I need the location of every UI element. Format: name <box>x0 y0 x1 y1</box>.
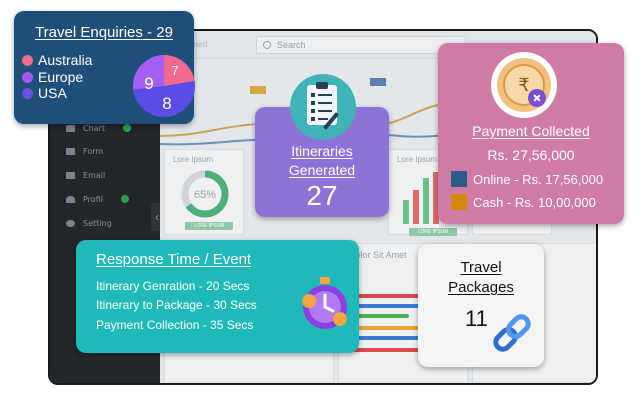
card-title: Lore Ipsum <box>173 155 214 164</box>
search-placeholder: Search <box>277 40 306 50</box>
legend-item-australia: Australia <box>22 52 92 68</box>
pie-label-europe: 9 <box>144 74 153 93</box>
response-line: Itinerary to Package - 30 Secs <box>96 298 257 312</box>
packages-title: Travel Packages <box>418 258 544 298</box>
clipboard-checklist-icon <box>290 74 356 140</box>
gear-icon <box>66 219 75 227</box>
stopwatch-icon <box>302 277 347 329</box>
legend-dot <box>22 71 33 83</box>
payment-row-cash: Cash - Rs. 10,00,000 <box>451 194 596 210</box>
sidebar-item-setting[interactable]: Setting <box>66 216 112 230</box>
sidebar-item-form[interactable]: Form <box>66 144 103 158</box>
card-title: Lore Ipsum <box>397 155 438 164</box>
sidebar-item-label: Setting <box>83 218 112 228</box>
svg-text:₹: ₹ <box>518 75 529 96</box>
form-icon <box>66 147 75 155</box>
itineraries-title-line1: Itineraries <box>291 143 353 159</box>
chain-link-icon <box>493 314 531 352</box>
legend-label: Australia <box>38 52 93 68</box>
legend-swatch <box>451 194 467 210</box>
enquiries-pie-chart: 9 7 8 <box>132 55 195 117</box>
itineraries-title-line2: Generated <box>288 162 356 178</box>
chart-label <box>370 78 386 86</box>
payment-title: Payment Collected <box>472 123 590 139</box>
chart-icon <box>66 124 75 132</box>
legend-item-usa: USA <box>22 85 67 101</box>
pie-slice-australia <box>164 55 195 86</box>
email-icon <box>66 171 75 179</box>
sidebar-item-profil[interactable]: Profil <box>66 192 129 206</box>
travel-enquiries-card: Travel Enquiries - 29 Australia Europe U… <box>14 11 195 124</box>
packages-title-line1: Travel <box>460 259 502 276</box>
response-line: Payment Collection - 35 Secs <box>96 318 254 332</box>
donut-chart: 65% <box>181 170 229 218</box>
user-icon <box>66 195 75 203</box>
donut-value: 65% <box>194 189 216 201</box>
legend-dot <box>22 54 33 66</box>
payment-total: Rs. 27,56,000 <box>487 147 575 163</box>
status-badge <box>122 124 131 132</box>
sidebar-item-label: Form <box>83 146 104 156</box>
card-button[interactable]: LORE IPSUM <box>409 228 457 236</box>
response-line: Itinerary Genration - 20 Secs <box>96 279 250 293</box>
packages-count: 11 <box>465 306 488 331</box>
sidebar-item-label: Profil <box>83 194 103 204</box>
pie-label-australia: 7 <box>171 63 178 78</box>
legend-label: Europe <box>38 69 84 85</box>
chart-label <box>250 86 266 94</box>
sidebar-item-label: Chart <box>83 123 105 133</box>
card-button[interactable]: LORE IPSUM <box>185 222 233 230</box>
packages-title-line2: Packages <box>448 279 514 296</box>
payment-cash-label: Cash - Rs. 10,00,000 <box>473 194 596 210</box>
itineraries-title: Itineraries Generated <box>255 142 389 180</box>
search-icon <box>263 41 271 49</box>
legend-label: USA <box>38 85 67 101</box>
travel-enquiries-title: Travel Enquiries - 29 <box>35 24 173 41</box>
itineraries-count: 27 <box>306 180 338 211</box>
dashboard-card: Lore Ipsum 65% LORE IPSUM <box>164 149 244 235</box>
payment-online-label: Online - Rs. 17,56,000 <box>473 171 604 187</box>
sidebar-item-label: Email <box>83 170 106 180</box>
legend-dot <box>22 87 33 99</box>
payment-row-online: Online - Rs. 17,56,000 <box>451 171 603 187</box>
status-badge <box>120 195 129 203</box>
search-input[interactable]: Search <box>256 36 466 54</box>
pie-label-usa: 8 <box>162 94 171 113</box>
response-title: Response Time / Event <box>96 251 252 268</box>
legend-item-europe: Europe <box>22 69 83 85</box>
legend-swatch <box>451 171 467 187</box>
sidebar-item-email[interactable]: Email <box>66 168 105 182</box>
rupee-coin-icon: ₹ <box>491 52 557 118</box>
